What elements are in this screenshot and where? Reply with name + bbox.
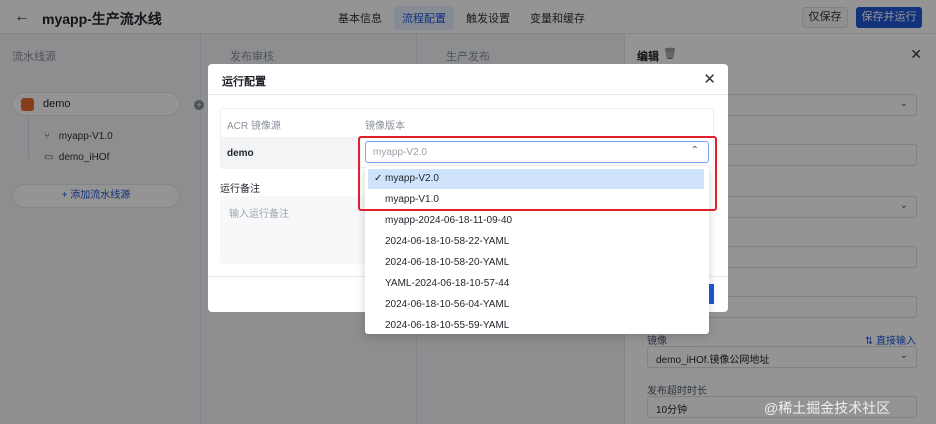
dropdown-option[interactable]: 2024-06-18-10-55-59-YAML <box>368 316 704 334</box>
note-label: 运行备注 <box>220 184 260 195</box>
divider <box>208 94 728 95</box>
note-textarea[interactable]: 输入运行备注 <box>220 196 370 264</box>
watermark: @稀土掘金技术社区 <box>764 400 891 416</box>
dropdown-option[interactable]: myapp-2024-06-18-11-09-40 <box>368 211 704 231</box>
column-header-version: 镜像版本 <box>365 121 405 132</box>
dropdown-option[interactable]: 2024-06-18-10-58-20-YAML <box>368 253 704 273</box>
modal-title: 运行配置 <box>222 76 266 88</box>
note-placeholder: 输入运行备注 <box>229 209 289 220</box>
row-source-name: demo <box>227 148 254 159</box>
dropdown-option[interactable]: 2024-06-18-10-56-04-YAML <box>368 295 704 315</box>
option-label: 2024-06-18-10-55-59-YAML <box>385 320 510 331</box>
option-label: myapp-2024-06-18-11-09-40 <box>385 215 513 226</box>
dropdown-option[interactable]: YAML-2024-06-18-10-57-44 <box>368 274 704 294</box>
option-label: YAML-2024-06-18-10-57-44 <box>385 278 510 289</box>
annotation-highlight-box <box>358 136 717 211</box>
close-icon[interactable]: ✕ <box>703 70 716 88</box>
option-label: 2024-06-18-10-58-20-YAML <box>385 257 510 268</box>
option-label: 2024-06-18-10-56-04-YAML <box>385 299 510 310</box>
dropdown-option[interactable]: 2024-06-18-10-58-22-YAML <box>368 232 704 252</box>
column-header-source: ACR 镜像源 <box>227 121 281 132</box>
option-label: 2024-06-18-10-58-22-YAML <box>385 236 510 247</box>
